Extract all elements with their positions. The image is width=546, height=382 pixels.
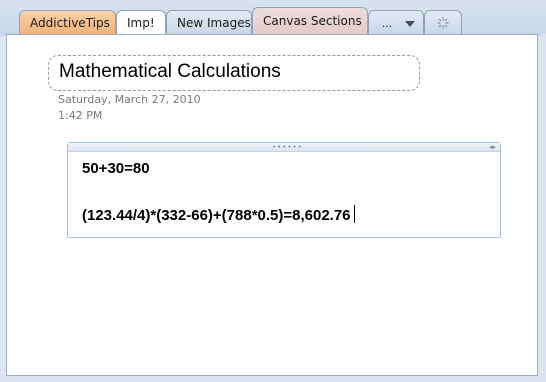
page-date: Saturday, March 27, 2010 (58, 93, 201, 106)
right-border (540, 34, 546, 382)
calculation-text[interactable]: (123.44/4)*(332-66)+(788*0.5)=8,602.76 (82, 207, 351, 224)
tab-addictivetips[interactable]: AddictiveTips (19, 10, 116, 34)
page-title[interactable]: Mathematical Calculations (59, 61, 281, 83)
tab-imp[interactable]: Imp! (116, 10, 166, 34)
bottom-border (0, 376, 546, 382)
page-time: 1:42 PM (58, 109, 103, 122)
text-cursor (353, 205, 355, 223)
note-container[interactable]: •••••• ◂▸ 50+30=80 (123.44/4)*(332-66)+(… (67, 142, 501, 238)
tab-new-images[interactable]: New Images (166, 10, 252, 34)
page-title-box[interactable]: Mathematical Calculations (48, 55, 420, 91)
note-page[interactable]: Mathematical Calculations Saturday, Marc… (6, 34, 538, 376)
more-sections-label: ... (381, 17, 393, 30)
note-container-handle[interactable]: •••••• ◂▸ (68, 143, 500, 152)
more-sections-tab[interactable]: ... (368, 10, 424, 34)
chevron-down-icon[interactable] (405, 20, 415, 27)
new-section-tab[interactable] (424, 10, 462, 34)
calculation-line-2[interactable]: (123.44/4)*(332-66)+(788*0.5)=8,602.76 (82, 205, 355, 224)
tab-canvas-sections[interactable]: Canvas Sections (252, 7, 368, 35)
calculation-line-1[interactable]: 50+30=80 (82, 160, 150, 177)
section-tab-strip: AddictiveTips Imp! New Images Canvas Sec… (0, 0, 546, 36)
new-section-icon (437, 17, 449, 29)
resize-arrows-icon[interactable]: ◂▸ (489, 143, 496, 151)
grip-dots-icon[interactable]: •••••• (272, 144, 303, 151)
